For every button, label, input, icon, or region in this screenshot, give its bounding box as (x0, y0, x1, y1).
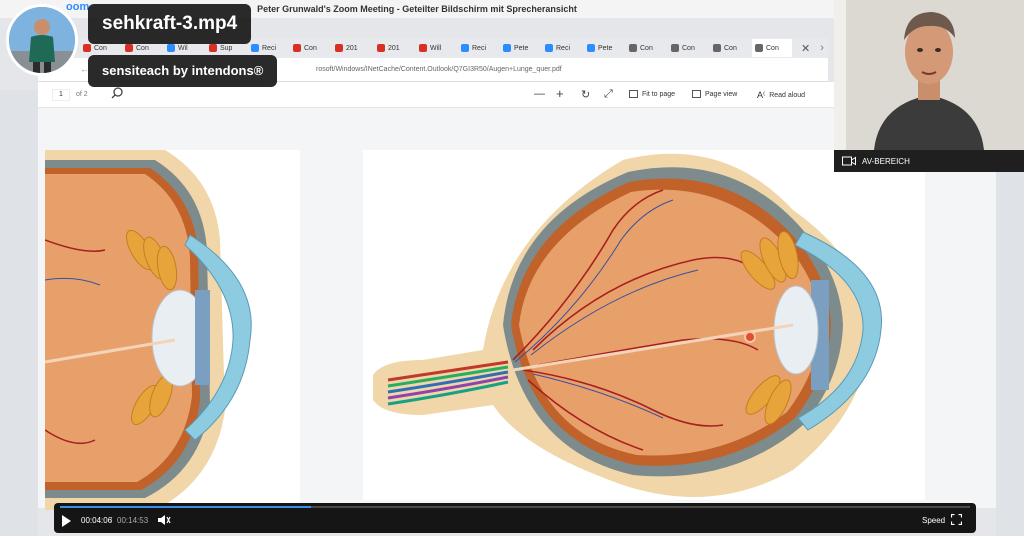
tab-favicon-icon (125, 44, 133, 52)
read-aloud-button[interactable]: A⁽ Read aloud (757, 90, 805, 101)
tab-label: Wil (178, 44, 188, 52)
tab-label: Reci (262, 44, 277, 52)
page-view-icon (692, 90, 701, 98)
url-text[interactable]: rosoft/Windows/INetCache/Content.Outlook… (316, 66, 562, 73)
tab-favicon-icon (461, 44, 469, 52)
tab-favicon-icon (209, 44, 217, 52)
video-subtitle: sensiteach by intendons® (88, 55, 278, 87)
time-separator: / (110, 516, 113, 525)
tab-favicon-icon (377, 44, 385, 52)
tab-label: Will (430, 44, 442, 52)
play-icon[interactable] (62, 515, 71, 527)
screen: Peter Grunwald's Zoom Meeting - Geteilte… (0, 0, 1024, 536)
search-icon[interactable] (110, 86, 124, 100)
video-title: sehkraft-3.mp4 (88, 4, 252, 44)
tab-favicon-icon (629, 44, 637, 52)
browser-tab[interactable]: Reci (458, 39, 499, 57)
tab-favicon-icon (251, 44, 259, 52)
tab-favicon-icon (419, 44, 427, 52)
chevron-right-icon[interactable]: › (820, 42, 824, 54)
right-background-strip (996, 172, 1024, 536)
tab-label: Con (136, 44, 149, 52)
tab-label: Con (766, 44, 779, 52)
tab-favicon-icon (503, 44, 511, 52)
tab-favicon-icon (167, 44, 175, 52)
video-player-controls: 00:04:06 / 00:14:53 Speed (54, 503, 976, 533)
tab-favicon-icon (335, 44, 343, 52)
browser-tab[interactable]: Reci (542, 39, 583, 57)
progress-bar[interactable] (60, 506, 970, 508)
read-aloud-label: Read aloud (769, 92, 806, 99)
speaker-video-panel (834, 0, 1024, 150)
tab-favicon-icon (83, 44, 91, 52)
zoom-in-icon[interactable]: + (556, 86, 564, 101)
eye-cross-section-diagram-right (363, 150, 925, 500)
browser-tab[interactable]: Con (710, 39, 751, 57)
tab-label: Sup (220, 44, 233, 52)
browser-tab[interactable]: 201 (332, 39, 373, 57)
total-time: 00:14:53 (117, 516, 149, 525)
avatar (6, 4, 78, 76)
tab-label: Con (682, 44, 695, 52)
tab-favicon-icon (587, 44, 595, 52)
speaker-label: AV-BEREICH (862, 156, 910, 166)
zoom-logo-icon: oom (66, 1, 90, 13)
browser-tab[interactable]: Con (626, 39, 667, 57)
page-view-label: Page view (705, 90, 738, 98)
read-aloud-icon: A⁽ (757, 90, 766, 100)
video-camera-icon (842, 156, 856, 166)
browser-tab[interactable]: Pete (500, 39, 541, 57)
tab-label: Con (94, 44, 107, 52)
page-number-input[interactable]: 1 (52, 89, 70, 101)
fullscreen-icon[interactable] (951, 514, 962, 525)
eye-cross-section-diagram-left (45, 150, 300, 510)
fit-to-page-button[interactable]: Fit to page (629, 90, 675, 98)
tab-favicon-icon (293, 44, 301, 52)
zoom-out-icon[interactable]: — (534, 88, 545, 100)
pointer-cursor-icon (744, 331, 756, 343)
tab-favicon-icon (545, 44, 553, 52)
browser-tab[interactable]: Pete (584, 39, 625, 57)
tab-label: Reci (472, 44, 487, 52)
person-avatar-icon (9, 7, 75, 73)
tab-label: Con (640, 44, 653, 52)
tab-label: Pete (598, 44, 613, 52)
browser-tab[interactable]: Con (668, 39, 709, 57)
fit-page-icon (629, 90, 638, 98)
volume-icon[interactable] (157, 514, 171, 526)
tab-label: 201 (388, 44, 400, 52)
left-background-strip (0, 90, 38, 536)
tab-favicon-icon (671, 44, 679, 52)
speaker-person-icon (834, 0, 1024, 150)
browser-tab[interactable]: Con (290, 39, 331, 57)
browser-tab[interactable]: 201 (374, 39, 415, 57)
current-time: 00:04:06 (81, 516, 113, 525)
zoom-meeting-title: Peter Grunwald's Zoom Meeting - Geteilte… (257, 4, 577, 14)
speaker-label-bar: AV-BEREICH (834, 150, 1024, 172)
speed-button[interactable]: Speed (922, 516, 945, 525)
tab-favicon-icon (755, 44, 763, 52)
fit-to-page-label: Fit to page (642, 90, 676, 98)
rotate-icon[interactable]: ↻ (581, 88, 590, 101)
expand-icon[interactable]: ⤢ (604, 88, 613, 101)
page-total: of 2 (76, 91, 88, 98)
tab-label: Con (724, 44, 737, 52)
page-view-button[interactable]: Page view (692, 90, 737, 98)
tab-label: Reci (556, 44, 571, 52)
browser-tab[interactable]: Con (752, 39, 792, 57)
tab-favicon-icon (713, 44, 721, 52)
close-tab-icon[interactable]: ✕ (801, 42, 810, 55)
progress-bar-fill (60, 506, 312, 508)
tab-label: 201 (346, 44, 358, 52)
browser-tab[interactable]: Will (416, 39, 457, 57)
tab-label: Pete (514, 44, 529, 52)
tab-label: Con (304, 44, 317, 52)
